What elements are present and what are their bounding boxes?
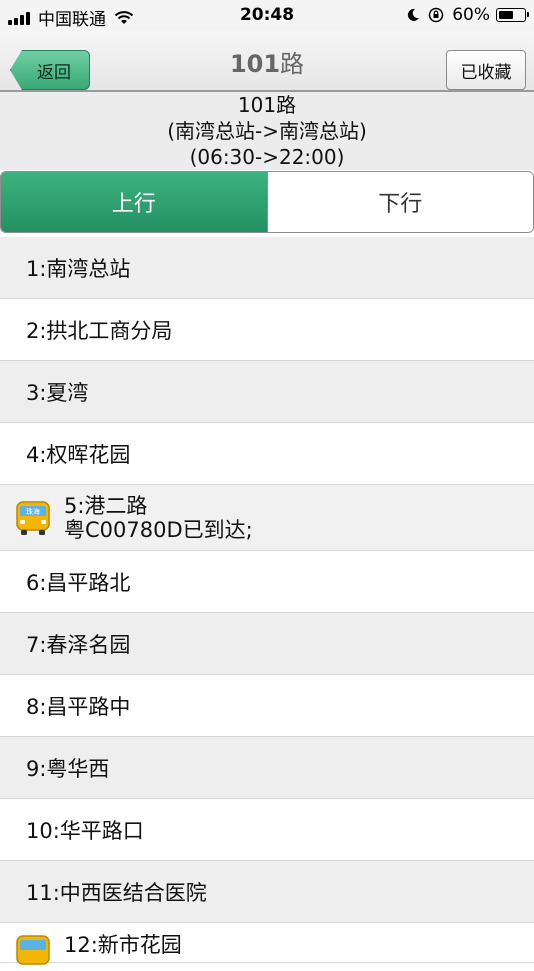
battery-icon xyxy=(496,8,529,22)
route-hours: (06:30->22:00) xyxy=(189,145,345,169)
direction-segmented-control: 上行 下行 xyxy=(0,171,534,233)
route-header: 101路 (南湾总站->南湾总站) (06:30->22:00) xyxy=(0,92,534,170)
stop-text: 5:港二路 粤C00780D已到达; xyxy=(64,494,253,542)
stop-label: 3:夏湾 xyxy=(26,380,89,405)
moon-icon xyxy=(408,8,420,21)
stop-item[interactable]: 12:新市花园 xyxy=(0,923,534,965)
bus-arrival-info: 粤C00780D已到达; xyxy=(64,517,253,542)
battery-level xyxy=(499,11,513,19)
stop-item[interactable]: 4:权晖花园 xyxy=(0,423,534,485)
stop-item[interactable]: 9:粤华西 xyxy=(0,737,534,799)
stop-label: 12:新市花园 xyxy=(64,933,182,957)
stop-item[interactable]: 1:南湾总站 xyxy=(0,237,534,299)
page-title-number: 101 xyxy=(229,50,281,78)
stop-label: 1:南湾总站 xyxy=(26,256,131,281)
status-right: 60% xyxy=(406,5,529,25)
bus-icon: 珠海 xyxy=(16,500,50,535)
tab-down[interactable]: 下行 xyxy=(266,172,533,232)
stop-item[interactable]: 8:昌平路中 xyxy=(0,675,534,737)
stop-list: 1:南湾总站 2:拱北工商分局 3:夏湾 4:权晖花园 珠海 5:港二路 粤C0… xyxy=(0,237,534,965)
stop-label: 5:港二路 xyxy=(64,493,148,518)
tab-up[interactable]: 上行 xyxy=(1,172,267,232)
bus-icon xyxy=(16,935,50,965)
stop-item-with-bus[interactable]: 珠海 5:港二路 粤C00780D已到达; xyxy=(0,485,534,551)
stop-label: 4:权晖花园 xyxy=(26,442,131,467)
stop-label: 8:昌平路中 xyxy=(26,694,131,719)
stop-item[interactable]: 6:昌平路北 xyxy=(0,551,534,613)
stop-label: 6:昌平路北 xyxy=(26,570,131,595)
stop-label: 7:春泽名园 xyxy=(26,632,131,657)
page-title-suffix: 路 xyxy=(280,50,305,78)
battery-percent: 60% xyxy=(452,5,490,25)
stop-item[interactable]: 11:中西医结合医院 xyxy=(0,861,534,923)
navigation-bar: 返回 101路 已收藏 xyxy=(0,30,534,92)
route-direction: (南湾总站->南湾总站) xyxy=(167,119,367,143)
stop-label: 10:华平路口 xyxy=(26,818,144,843)
stop-item[interactable]: 2:拱北工商分局 xyxy=(0,299,534,361)
route-name: 101路 xyxy=(237,93,297,117)
stop-label: 11:中西医结合医院 xyxy=(26,880,207,905)
stop-label: 9:粤华西 xyxy=(26,756,110,781)
stop-item[interactable]: 3:夏湾 xyxy=(0,361,534,423)
stop-label: 2:拱北工商分局 xyxy=(26,318,173,343)
status-bar: 中国联通 20:48 60% xyxy=(0,0,534,30)
bus-badge-text: 珠海 xyxy=(26,507,40,516)
stop-item[interactable]: 7:春泽名园 xyxy=(0,613,534,675)
stop-item[interactable]: 10:华平路口 xyxy=(0,799,534,861)
favorite-button[interactable]: 已收藏 xyxy=(446,50,526,90)
rotation-lock-icon xyxy=(428,7,444,23)
